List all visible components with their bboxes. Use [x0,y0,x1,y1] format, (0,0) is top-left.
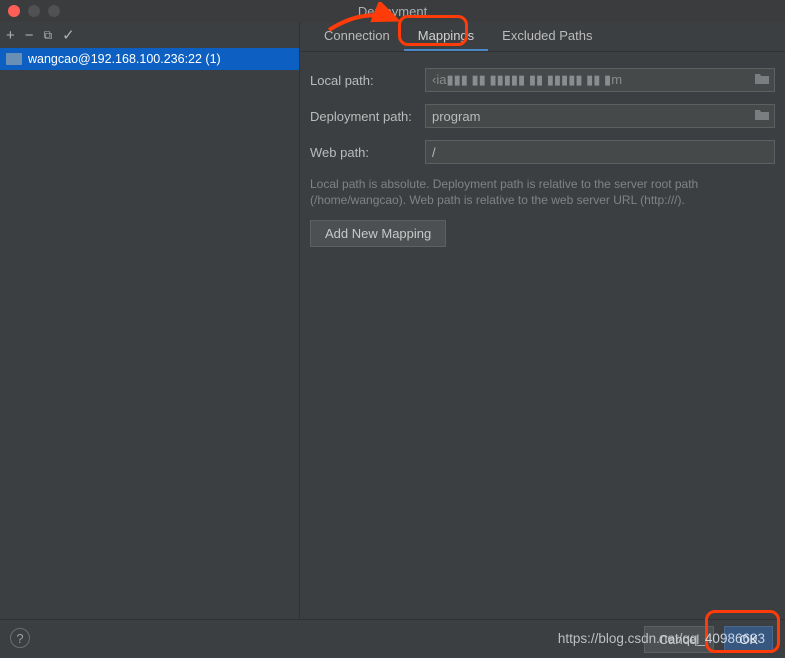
paths-help-text: Local path is absolute. Deployment path … [310,176,775,208]
server-list-item[interactable]: wangcao@192.168.100.236:22 (1) [0,48,299,70]
sidebar-toolbar: + − ⧉ ✓ [0,22,299,48]
tab-connection[interactable]: Connection [310,22,404,51]
folder-icon[interactable] [754,108,770,122]
sftp-icon [6,53,22,65]
local-path-label: Local path: [310,73,425,88]
deployment-path-input[interactable]: program [425,104,775,128]
tab-excluded-paths[interactable]: Excluded Paths [488,22,606,51]
tab-bar: Connection Mappings Excluded Paths [300,22,785,52]
mappings-form: Local path: ‹ia▮▮▮ ▮▮ ▮▮▮▮▮ ▮▮ ▮▮▮▮▮ ▮▮ … [300,52,785,257]
web-path-label: Web path: [310,145,425,160]
window-titlebar: Deployment [0,0,785,22]
servers-sidebar: + − ⧉ ✓ wangcao@192.168.100.236:22 (1) [0,22,300,619]
tab-mappings[interactable]: Mappings [404,22,488,51]
set-default-icon[interactable]: ✓ [62,26,75,44]
web-path-input[interactable]: / [425,140,775,164]
minimize-window-icon[interactable] [28,5,40,17]
deployment-panel: Connection Mappings Excluded Paths Local… [300,22,785,619]
close-window-icon[interactable] [8,5,20,17]
add-new-mapping-button[interactable]: Add New Mapping [310,220,446,247]
server-name: wangcao@192.168.100.236:22 (1) [28,52,221,66]
copy-server-icon[interactable]: ⧉ [44,28,53,43]
help-icon[interactable]: ? [10,628,30,648]
dialog-footer: ? Cancel OK [0,619,785,658]
cancel-button[interactable]: Cancel [644,626,714,653]
remove-server-icon[interactable]: − [25,27,34,44]
window-controls [8,5,60,17]
local-path-input[interactable]: ‹ia▮▮▮ ▮▮ ▮▮▮▮▮ ▮▮ ▮▮▮▮▮ ▮▮ ▮m [425,68,775,92]
ok-button[interactable]: OK [724,626,773,653]
folder-icon[interactable] [754,72,770,86]
window-title: Deployment [0,4,785,19]
deployment-path-label: Deployment path: [310,109,425,124]
zoom-window-icon[interactable] [48,5,60,17]
add-server-icon[interactable]: + [6,27,15,44]
